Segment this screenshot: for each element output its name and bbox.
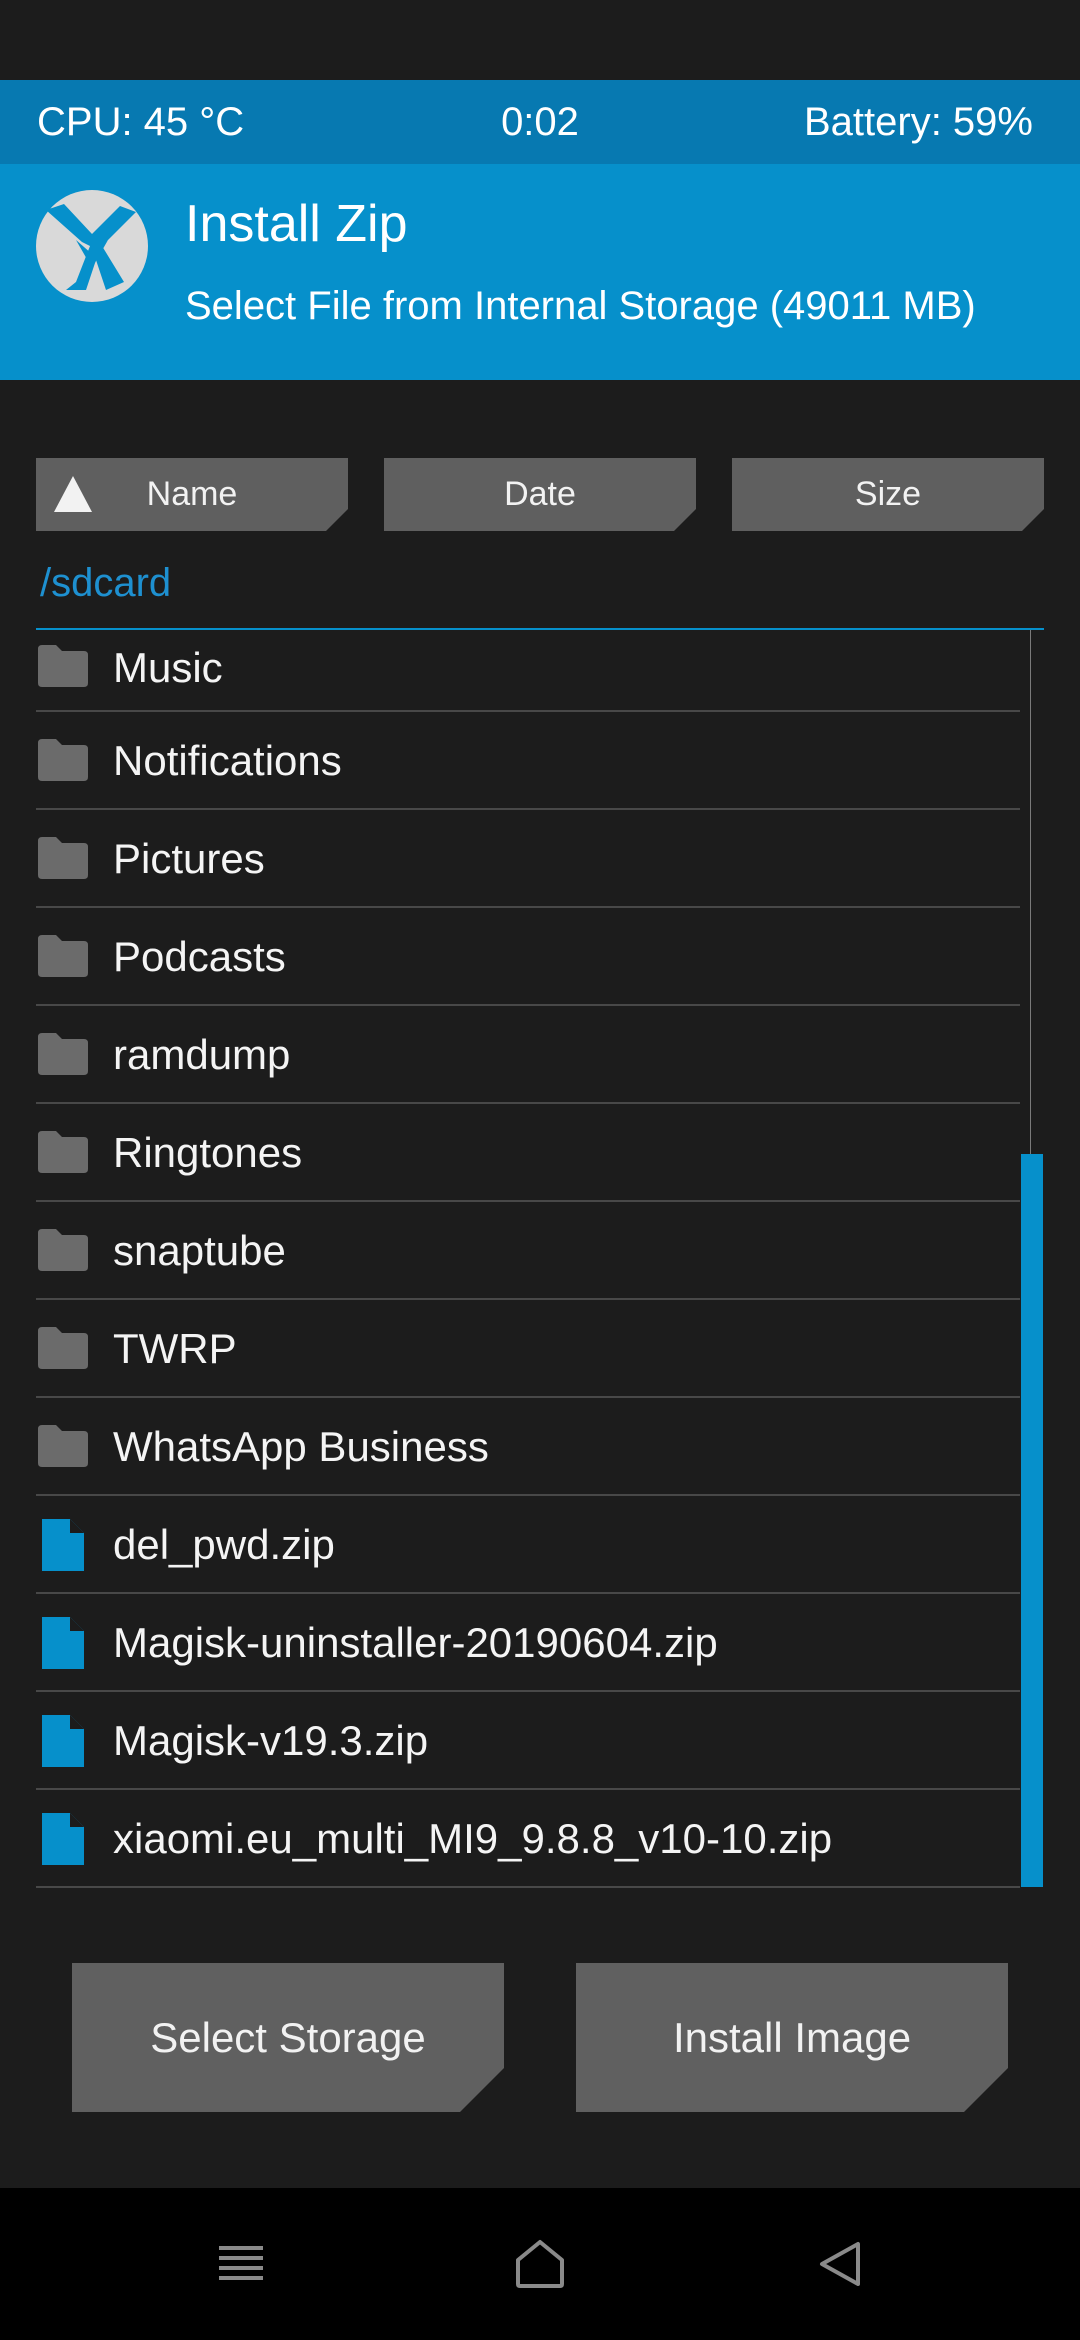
- file-name: Notifications: [113, 737, 342, 784]
- install-image-button[interactable]: Install Image: [576, 1963, 1008, 2112]
- twrp-logo-icon: [36, 190, 148, 302]
- file-list: Music Notifications Pictures Podcasts ra…: [36, 630, 1020, 1888]
- file-name: Magisk-uninstaller-20190604.zip: [113, 1619, 718, 1666]
- sort-size-label: Size: [854, 475, 922, 513]
- sort-by-size-button[interactable]: Size: [732, 458, 1044, 531]
- file-name: Magisk-v19.3.zip: [113, 1717, 429, 1764]
- zip-file-icon: [42, 1617, 84, 1669]
- select-storage-button[interactable]: Select Storage: [72, 1963, 504, 2112]
- folder-icon: [38, 1033, 88, 1075]
- file-name: snaptube: [113, 1227, 286, 1274]
- scrollbar-track: [1030, 630, 1031, 1155]
- folder-icon: [38, 935, 88, 977]
- file-row-folder[interactable]: Ringtones: [36, 1104, 1020, 1202]
- file-name: Pictures: [113, 835, 265, 882]
- menu-icon[interactable]: [215, 2238, 267, 2290]
- file-row-zip[interactable]: del_pwd.zip: [36, 1496, 1020, 1594]
- file-row-folder[interactable]: WhatsApp Business: [36, 1398, 1020, 1496]
- file-name: Podcasts: [113, 933, 286, 980]
- page-subtitle: Select File from Internal Storage (49011…: [185, 284, 976, 328]
- folder-icon: [38, 739, 88, 781]
- file-name: xiaomi.eu_multi_MI9_9.8.8_v10-10.zip: [113, 1815, 833, 1862]
- file-name: Music: [113, 644, 223, 691]
- back-icon[interactable]: [814, 2238, 866, 2290]
- folder-icon: [38, 1327, 88, 1369]
- file-name: TWRP: [113, 1325, 237, 1372]
- status-bar: CPU: 45 °C 0:02 Battery: 59%: [0, 80, 1080, 164]
- folder-icon: [38, 837, 88, 879]
- folder-icon: [38, 1425, 88, 1467]
- file-row-zip[interactable]: Magisk-v19.3.zip: [36, 1692, 1020, 1790]
- home-icon[interactable]: [514, 2238, 566, 2290]
- zip-file-icon: [42, 1813, 84, 1865]
- top-spacer: [0, 0, 1080, 80]
- file-row-folder[interactable]: Podcasts: [36, 908, 1020, 1006]
- battery-level: Battery: 59%: [803, 100, 1033, 144]
- sort-by-name-button[interactable]: Name: [36, 458, 348, 531]
- zip-file-icon: [42, 1519, 84, 1571]
- file-row-folder[interactable]: Music: [36, 630, 1020, 712]
- file-row-folder[interactable]: TWRP: [36, 1300, 1020, 1398]
- current-path: /sdcard: [40, 561, 172, 605]
- sort-ascending-icon: [52, 474, 94, 514]
- file-row-folder[interactable]: Pictures: [36, 810, 1020, 908]
- sort-date-label: Date: [504, 475, 576, 513]
- file-name: WhatsApp Business: [113, 1423, 489, 1470]
- select-storage-label: Select Storage: [150, 2014, 426, 2061]
- file-row-folder[interactable]: ramdump: [36, 1006, 1020, 1104]
- file-row-zip[interactable]: Magisk-uninstaller-20190604.zip: [36, 1594, 1020, 1692]
- folder-icon: [38, 1229, 88, 1271]
- sort-by-date-button[interactable]: Date: [384, 458, 696, 531]
- file-name: del_pwd.zip: [113, 1521, 335, 1568]
- file-row-zip[interactable]: xiaomi.eu_multi_MI9_9.8.8_v10-10.zip: [36, 1790, 1020, 1888]
- sort-name-label: Name: [146, 475, 238, 513]
- file-row-folder[interactable]: Notifications: [36, 712, 1020, 810]
- install-image-label: Install Image: [672, 2014, 912, 2061]
- header: [0, 164, 1080, 380]
- file-row-folder[interactable]: snaptube: [36, 1202, 1020, 1300]
- file-name: Ringtones: [113, 1129, 303, 1176]
- file-name: ramdump: [113, 1031, 291, 1078]
- scrollbar-thumb[interactable]: [1021, 1154, 1043, 1887]
- folder-icon: [38, 1131, 88, 1173]
- folder-icon: [38, 645, 88, 687]
- page-title: Install Zip: [185, 195, 408, 253]
- zip-file-icon: [42, 1715, 84, 1767]
